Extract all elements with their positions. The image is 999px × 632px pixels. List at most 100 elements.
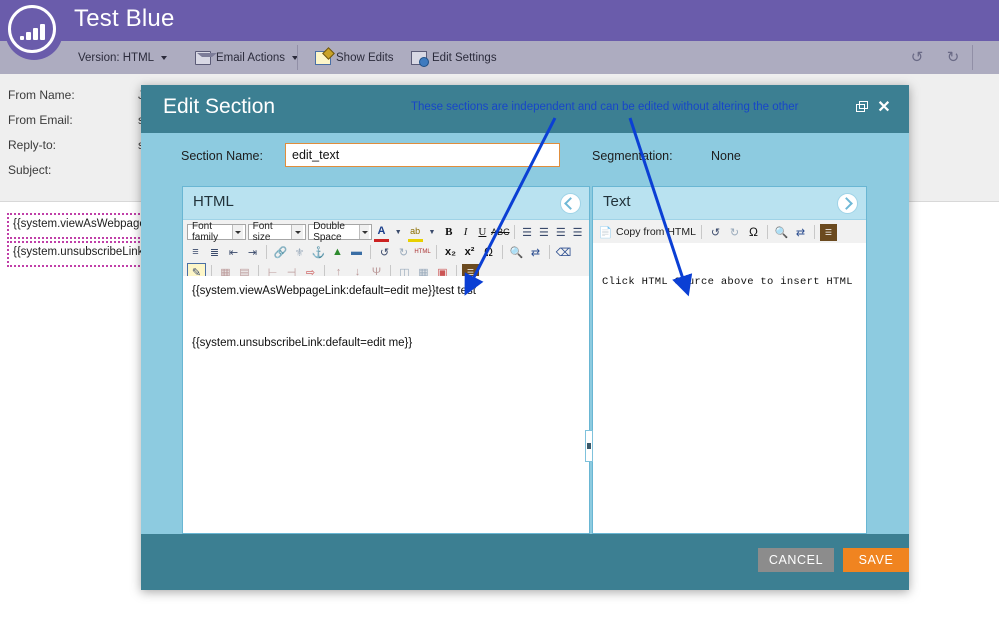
chevron-down-icon: [161, 56, 167, 60]
toolbar-divider: [370, 245, 371, 259]
text-editor-panel: Text 📄 Copy from HTML ↺ ↻ Ω 🔍 ⇄ ☰ Click …: [592, 186, 867, 534]
unlink-icon[interactable]: ⚜: [291, 244, 308, 261]
from-email-label: From Email:: [8, 113, 73, 127]
arrow-right-circle-icon[interactable]: [837, 193, 858, 214]
numbered-list-icon[interactable]: ≣: [206, 244, 223, 261]
strikethrough-icon[interactable]: ABC: [492, 224, 509, 241]
main-toolbar: Version: HTML Email Actions Show Edits E…: [0, 41, 999, 75]
cancel-button[interactable]: CANCEL: [758, 548, 834, 572]
pencil-edit-icon: [315, 51, 331, 65]
panel-splitter[interactable]: [585, 430, 593, 462]
edit-section-modal: Edit Section These sections are independ…: [141, 85, 909, 590]
font-family-select[interactable]: Font family: [187, 224, 246, 240]
highlight-color-dropdown-icon[interactable]: ▼: [425, 224, 440, 241]
segmentation-value: None: [711, 149, 741, 163]
edit-settings-label: Edit Settings: [432, 52, 497, 64]
line-spacing-label: Double Space: [313, 221, 359, 243]
undo-icon[interactable]: ↺: [376, 244, 393, 261]
replace-icon[interactable]: ⇄: [792, 224, 809, 241]
text-color-icon[interactable]: A: [374, 222, 389, 242]
toolbar-divider: [514, 225, 515, 239]
special-character-icon[interactable]: Ω: [480, 244, 497, 261]
preview-section-text: {{system.viewAsWebpage: [13, 218, 146, 230]
chevron-down-icon: [359, 225, 369, 239]
html-editor-text[interactable]: {{system.viewAsWebpageLink:default=edit …: [183, 276, 589, 533]
align-right-icon[interactable]: ☰: [553, 224, 568, 241]
italic-icon[interactable]: I: [458, 224, 473, 241]
redo-icon[interactable]: ↻: [945, 50, 961, 66]
text-editor-content[interactable]: Click HTML Source above to insert HTML: [593, 243, 866, 533]
close-icon[interactable]: ✕: [876, 100, 892, 116]
copy-from-html-button[interactable]: Copy from HTML: [616, 226, 696, 238]
version-dropdown[interactable]: Version: HTML: [68, 41, 177, 74]
clear-formatting-icon[interactable]: ⌫: [555, 244, 572, 261]
toolbar-divider: [436, 245, 437, 259]
html-editor-content[interactable]: {{system.viewAsWebpageLink:default=edit …: [183, 276, 589, 533]
find-icon[interactable]: 🔍: [773, 224, 790, 241]
html-toolbar-row-1: Font family Font size Double Space A ▼ a…: [187, 222, 585, 242]
indent-icon[interactable]: ⇥: [244, 244, 261, 261]
copy-document-icon[interactable]: 📄: [597, 224, 614, 241]
toolbar-divider: [266, 245, 267, 259]
align-center-icon[interactable]: ☰: [537, 224, 552, 241]
html-content-line-2: {{system.unsubscribeLink:default=edit me…: [192, 336, 580, 352]
undo-icon[interactable]: ↺: [707, 224, 724, 241]
redo-icon[interactable]: ↻: [726, 224, 743, 241]
bullet-list-icon[interactable]: ≡: [187, 244, 204, 261]
highlight-color-icon[interactable]: ab: [408, 222, 423, 242]
from-name-label: From Name:: [8, 88, 75, 102]
text-panel-title: Text: [603, 193, 631, 210]
arrow-left-circle-icon[interactable]: [560, 193, 581, 214]
email-actions-label: Email Actions: [216, 52, 285, 64]
html-editor-panel: HTML Font family Font size Double Space …: [182, 186, 590, 534]
bold-icon[interactable]: B: [441, 224, 456, 241]
modal-header: Edit Section These sections are independ…: [141, 85, 909, 133]
chevron-down-icon: [291, 225, 303, 239]
insert-image-icon[interactable]: ▲: [329, 244, 346, 261]
find-icon[interactable]: 🔍: [508, 244, 525, 261]
anchor-icon[interactable]: ⚓: [310, 244, 327, 261]
email-icon: [195, 51, 211, 65]
toolbar-divider: [767, 225, 768, 239]
line-spacing-select[interactable]: Double Space: [308, 224, 372, 240]
restore-window-icon[interactable]: [854, 100, 870, 116]
edit-settings-button[interactable]: Edit Settings: [401, 41, 507, 74]
replace-icon[interactable]: ⇄: [527, 244, 544, 261]
preview-section-text: {{system.unsubscribeLink: [13, 246, 143, 258]
font-size-select[interactable]: Font size: [248, 224, 307, 240]
toolbar-divider: [701, 225, 702, 239]
subject-label: Subject:: [8, 163, 51, 177]
email-actions-dropdown[interactable]: Email Actions: [185, 41, 308, 74]
outdent-icon[interactable]: ⇤: [225, 244, 242, 261]
modal-section-name-row: Section Name: Segmentation: None: [141, 133, 909, 185]
html-panel-title: HTML: [193, 193, 234, 210]
segmentation-label: Segmentation:: [592, 149, 673, 163]
toolbar-divider: [814, 225, 815, 239]
modal-footer: CANCEL SAVE: [141, 534, 909, 590]
horizontal-rule-icon[interactable]: ▬: [348, 244, 365, 261]
superscript-icon[interactable]: x²: [461, 244, 478, 261]
section-name-input[interactable]: [285, 143, 560, 167]
subscript-icon[interactable]: x₂: [442, 244, 459, 261]
underline-icon[interactable]: U: [475, 224, 490, 241]
undo-icon[interactable]: ↺: [909, 50, 925, 66]
save-button[interactable]: SAVE: [843, 548, 909, 572]
text-color-dropdown-icon[interactable]: ▼: [391, 224, 406, 241]
html-content-line-1: {{system.viewAsWebpageLink:default=edit …: [192, 284, 580, 300]
text-content-line: Click HTML Source above to insert HTML: [602, 275, 857, 289]
toolbar-divider: [549, 245, 550, 259]
font-size-label: Font size: [253, 221, 291, 243]
spellcheck-icon[interactable]: ☰: [820, 224, 837, 241]
html-source-icon[interactable]: HTML: [414, 244, 431, 261]
text-panel-header: Text: [593, 187, 866, 220]
show-edits-button[interactable]: Show Edits: [305, 41, 404, 74]
text-editor-text[interactable]: Click HTML Source above to insert HTML: [593, 243, 866, 533]
bar-chart-logo-icon: [5, 2, 63, 60]
toolbar-divider: [972, 45, 973, 70]
align-left-icon[interactable]: ☰: [520, 224, 535, 241]
special-character-icon[interactable]: Ω: [745, 224, 762, 241]
redo-icon[interactable]: ↻: [395, 244, 412, 261]
page-title: Test Blue: [74, 5, 175, 33]
align-justify-icon[interactable]: ☰: [570, 224, 585, 241]
link-icon[interactable]: 🔗: [272, 244, 289, 261]
